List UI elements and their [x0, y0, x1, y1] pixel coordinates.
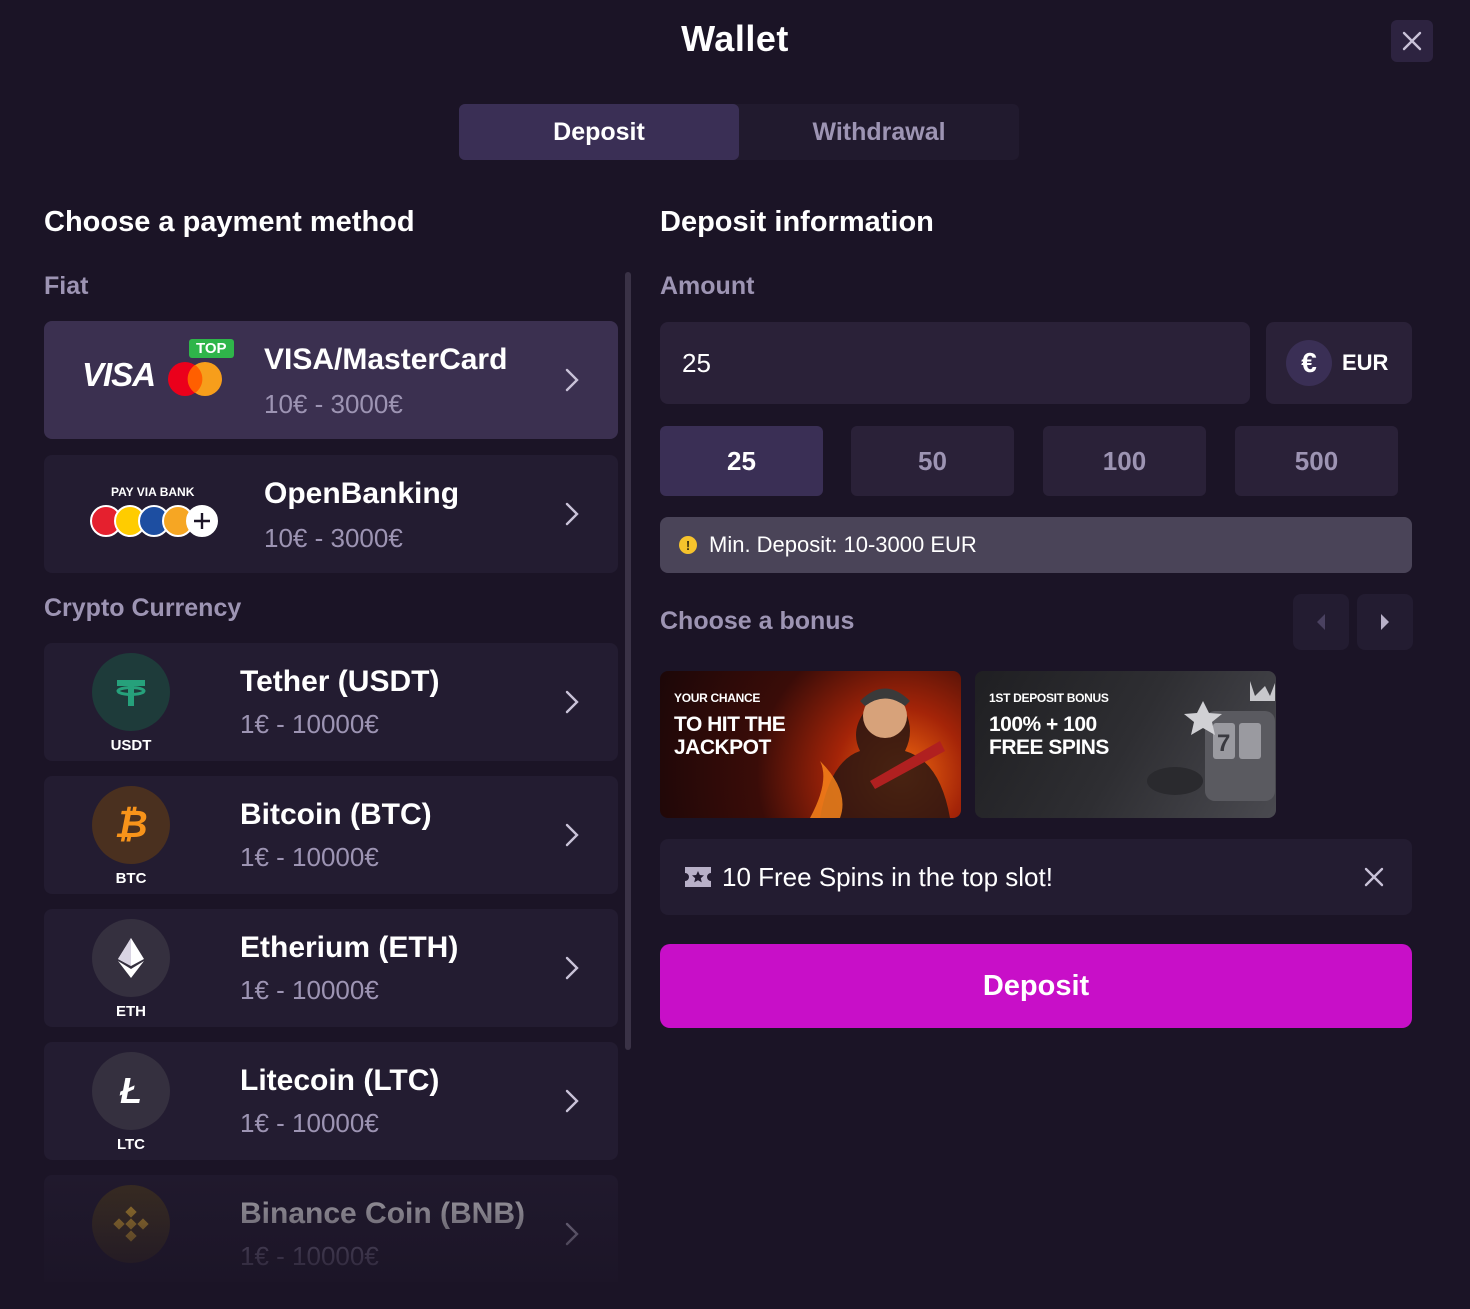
euro-icon: € [1286, 340, 1332, 386]
method-name: Tether (USDT) [240, 665, 440, 698]
bonus-subtitle: 1ST DEPOSIT BONUS [989, 691, 1109, 705]
slot-machine-illustration: 7 [1147, 681, 1275, 801]
close-button[interactable] [1391, 20, 1433, 62]
method-ltc[interactable]: Ł LTC Litecoin (LTC) 1€ - 10000€ [44, 1042, 618, 1160]
pay-via-bank-text: PAY VIA BANK [111, 485, 195, 499]
visa-logo-text: VISA [82, 356, 156, 393]
coin-code: LTC [116, 1136, 146, 1153]
litecoin-icon: Ł [92, 1052, 170, 1130]
chevron-right-icon [565, 1089, 579, 1113]
method-name: Litecoin (LTC) [240, 1064, 440, 1097]
chevron-right-icon [565, 502, 579, 526]
bonus-title: TO HIT THE JACKPOT [674, 713, 786, 759]
chevron-left-icon [1317, 614, 1325, 630]
method-name: Etherium (ETH) [240, 931, 459, 964]
payment-method-heading: Choose a payment method [44, 206, 415, 238]
bonus-next-button[interactable] [1357, 594, 1413, 650]
chevron-right-icon [1381, 614, 1389, 630]
chevron-right-icon [565, 1222, 579, 1246]
coin-code: ETH [116, 1003, 146, 1020]
bitcoin-icon: ₿ [92, 786, 170, 864]
method-name: OpenBanking [264, 477, 460, 510]
info-icon: ! [679, 536, 697, 554]
ethereum-icon [92, 919, 170, 997]
methods-scrollbar[interactable] [625, 272, 631, 1050]
method-range: 1€ - 10000€ [240, 842, 379, 872]
method-visa-mastercard[interactable]: VISA TOP VISA/MasterCard 10€ - 3000€ [44, 321, 618, 439]
currency-selector[interactable]: € EUR [1266, 322, 1412, 404]
visa-mastercard-logo: VISA TOP [82, 339, 242, 399]
top-badge: TOP [189, 339, 234, 358]
preset-amount-25[interactable]: 25 [660, 426, 823, 496]
bonus-title: 100% + 100 FREE SPINS [989, 713, 1109, 759]
bonus-title-line: FREE SPINS [989, 736, 1109, 759]
payment-methods-list[interactable]: Fiat VISA TOP VISA/MasterCard 10€ - 3000… [44, 272, 634, 1282]
ticket-icon [685, 867, 711, 887]
method-eth[interactable]: ETH Etherium (ETH) 1€ - 10000€ [44, 909, 618, 1027]
deposit-info-heading: Deposit information [660, 206, 934, 238]
method-name: VISA/MasterCard [264, 343, 508, 376]
method-range: 1€ - 10000€ [240, 975, 379, 1005]
bonus-card-free-spins[interactable]: 7 1ST DEPOSIT BONUS 100% + 100 FREE SPIN… [975, 671, 1276, 818]
method-range: 10€ - 3000€ [264, 389, 403, 419]
method-usdt[interactable]: USDT Tether (USDT) 1€ - 10000€ [44, 643, 618, 761]
tab-withdrawal[interactable]: Withdrawal [739, 104, 1019, 160]
method-openbanking[interactable]: PAY VIA BANK OpenBanking 10€ - 3000€ [44, 455, 618, 573]
chevron-right-icon [565, 368, 579, 392]
close-icon[interactable] [1402, 31, 1422, 51]
bonus-subtitle: YOUR CHANCE [674, 691, 761, 705]
fiat-section-label: Fiat [44, 272, 89, 300]
currency-code: EUR [1342, 350, 1389, 375]
preset-amount-100[interactable]: 100 [1043, 426, 1206, 496]
method-name: Binance Coin (BNB) [240, 1197, 525, 1230]
method-bnb[interactable]: Binance Coin (BNB) 1€ - 10000€ [44, 1175, 618, 1282]
bonus-title-line: JACKPOT [674, 736, 771, 759]
method-range: 1€ - 10000€ [240, 709, 379, 739]
amount-label: Amount [660, 272, 755, 300]
chevron-right-icon [565, 690, 579, 714]
tether-icon [92, 653, 170, 731]
crypto-section-label: Crypto Currency [44, 594, 242, 622]
min-deposit-text: Min. Deposit: 10-3000 EUR [709, 532, 977, 557]
wallet-tabs: Deposit Withdrawal [459, 104, 1019, 160]
coin-code: USDT [110, 737, 152, 754]
method-range: 1€ - 10000€ [240, 1241, 379, 1271]
mastercard-icon [168, 362, 222, 396]
preset-amount-500[interactable]: 500 [1235, 426, 1398, 496]
chevron-right-icon [565, 956, 579, 980]
binance-icon [92, 1185, 170, 1263]
pay-via-bank-logo: PAY VIA BANK [89, 485, 229, 545]
preset-amount-50[interactable]: 50 [851, 426, 1014, 496]
selected-bonus-text: 10 Free Spins in the top slot! [722, 861, 1053, 892]
svg-text:7: 7 [1217, 730, 1230, 757]
selected-bonus: 10 Free Spins in the top slot! [660, 839, 1412, 915]
remove-bonus-icon[interactable] [1364, 867, 1384, 887]
bonus-title-line: 100% + 100 [989, 713, 1097, 736]
modal-title: Wallet [681, 18, 789, 59]
bonus-label: Choose a bonus [660, 607, 855, 635]
coin-code: BTC [115, 870, 147, 887]
bank-logos-icon [90, 505, 218, 537]
method-range: 10€ - 3000€ [264, 523, 403, 553]
min-deposit-notice: ! Min. Deposit: 10-3000 EUR [660, 517, 1412, 573]
method-range: 1€ - 10000€ [240, 1108, 379, 1138]
bonus-card-jackpot[interactable]: YOUR CHANCE TO HIT THE JACKPOT [660, 671, 961, 818]
method-name: Bitcoin (BTC) [240, 798, 432, 831]
tab-deposit[interactable]: Deposit [459, 104, 739, 160]
deposit-button[interactable]: Deposit [660, 944, 1412, 1028]
chevron-right-icon [565, 823, 579, 847]
rockstar-illustration [810, 688, 950, 818]
amount-input[interactable] [660, 322, 1250, 404]
bonus-prev-button[interactable] [1293, 594, 1349, 650]
bonus-title-line: TO HIT THE [674, 713, 786, 736]
method-btc[interactable]: ₿ BTC Bitcoin (BTC) 1€ - 10000€ [44, 776, 618, 894]
